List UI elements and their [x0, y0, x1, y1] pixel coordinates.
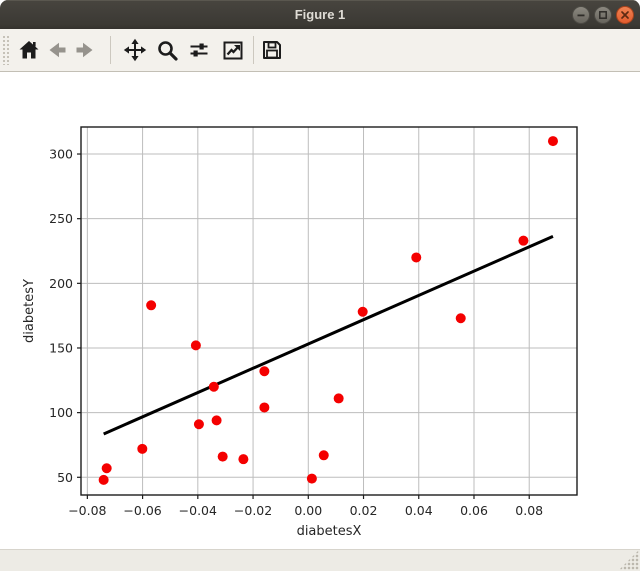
scatter-point: [101, 463, 112, 474]
x-axis-label: diabetesX: [297, 524, 362, 539]
scatter-point: [333, 393, 344, 404]
pan-button[interactable]: [121, 33, 149, 67]
scatter-point: [357, 306, 368, 317]
x-tick-label: 0.02: [350, 503, 378, 518]
scatter-point: [259, 366, 270, 377]
x-tick-label: 0.06: [460, 503, 488, 518]
scatter-point: [98, 474, 109, 485]
y-tick-label: 50: [57, 470, 73, 485]
back-arrow-icon: [49, 42, 66, 58]
scatter-point: [190, 340, 201, 351]
home-icon: [19, 41, 39, 59]
forward-button[interactable]: [71, 33, 99, 67]
y-tick-label: 150: [49, 340, 73, 355]
toolbar-grip[interactable]: [2, 35, 10, 65]
scatter-point: [211, 415, 222, 426]
x-tick-label: −0.02: [234, 503, 272, 518]
resize-grip-icon[interactable]: [619, 550, 639, 570]
window-title: Figure 1: [294, 7, 346, 22]
sliders-icon: [190, 43, 208, 57]
x-tick-label: −0.08: [68, 503, 106, 518]
magnifier-icon: [158, 41, 178, 61]
x-tick-label: 0.00: [294, 503, 322, 518]
floppy-disk-icon: [263, 41, 281, 59]
scatter-point: [193, 419, 204, 430]
x-tick-label: −0.04: [179, 503, 217, 518]
save-button[interactable]: [258, 33, 286, 67]
minimize-button[interactable]: [572, 6, 590, 24]
scatter-plot[interactable]: −0.08 −0.06 −0.04 −0.02 0.00 0.02 0.04 0.06 0.08…: [0, 72, 640, 549]
statusbar: [0, 549, 640, 571]
minimize-icon: [577, 14, 585, 17]
toolbar-separator: [253, 36, 254, 64]
axes-spines: [80, 126, 578, 496]
scatter-point: [411, 252, 422, 263]
close-icon: [621, 11, 629, 19]
scatter-point: [208, 381, 219, 392]
y-axis-label: diabetesY: [22, 279, 37, 343]
scatter-point: [455, 313, 466, 324]
y-tick-label: 250: [49, 211, 73, 226]
zoom-button[interactable]: [153, 33, 181, 67]
configure-subplots-button[interactable]: [185, 33, 213, 67]
close-button[interactable]: [616, 6, 634, 24]
edit-axis-button[interactable]: [219, 33, 247, 67]
scatter-point: [306, 473, 317, 484]
line-chart-icon: [223, 41, 243, 60]
maximize-icon: [599, 11, 607, 19]
back-button[interactable]: [43, 33, 71, 67]
forward-arrow-icon: [76, 42, 93, 58]
scatter-point: [259, 402, 270, 413]
scatter-point: [146, 300, 157, 311]
home-button[interactable]: [15, 33, 43, 67]
window-controls: [572, 6, 634, 24]
scatter-point: [547, 136, 558, 147]
maximize-button[interactable]: [594, 6, 612, 24]
scatter-point: [217, 451, 228, 462]
scatter-point: [137, 443, 148, 454]
x-tick-label: −0.06: [123, 503, 161, 518]
figure-canvas[interactable]: −0.08 −0.06 −0.04 −0.02 0.00 0.02 0.04 0.06 0.08…: [0, 72, 640, 549]
y-tick-label: 300: [49, 147, 73, 162]
figure-window: Figure 1 −0.08 −0.06 −0.04 −0.02 0.00 0.…: [0, 0, 640, 571]
scatter-point: [238, 454, 249, 465]
move-arrows-icon: [123, 38, 147, 62]
x-tick-label: 0.04: [405, 503, 433, 518]
y-tick-label: 200: [49, 276, 73, 291]
x-tick-label: 0.08: [515, 503, 543, 518]
navigation-toolbar: [0, 29, 640, 72]
scatter-point: [518, 235, 529, 246]
scatter-point: [318, 450, 329, 461]
regression-line: [103, 235, 554, 436]
toolbar-separator: [110, 36, 111, 64]
titlebar[interactable]: Figure 1: [0, 0, 640, 29]
y-tick-label: 100: [49, 405, 73, 420]
